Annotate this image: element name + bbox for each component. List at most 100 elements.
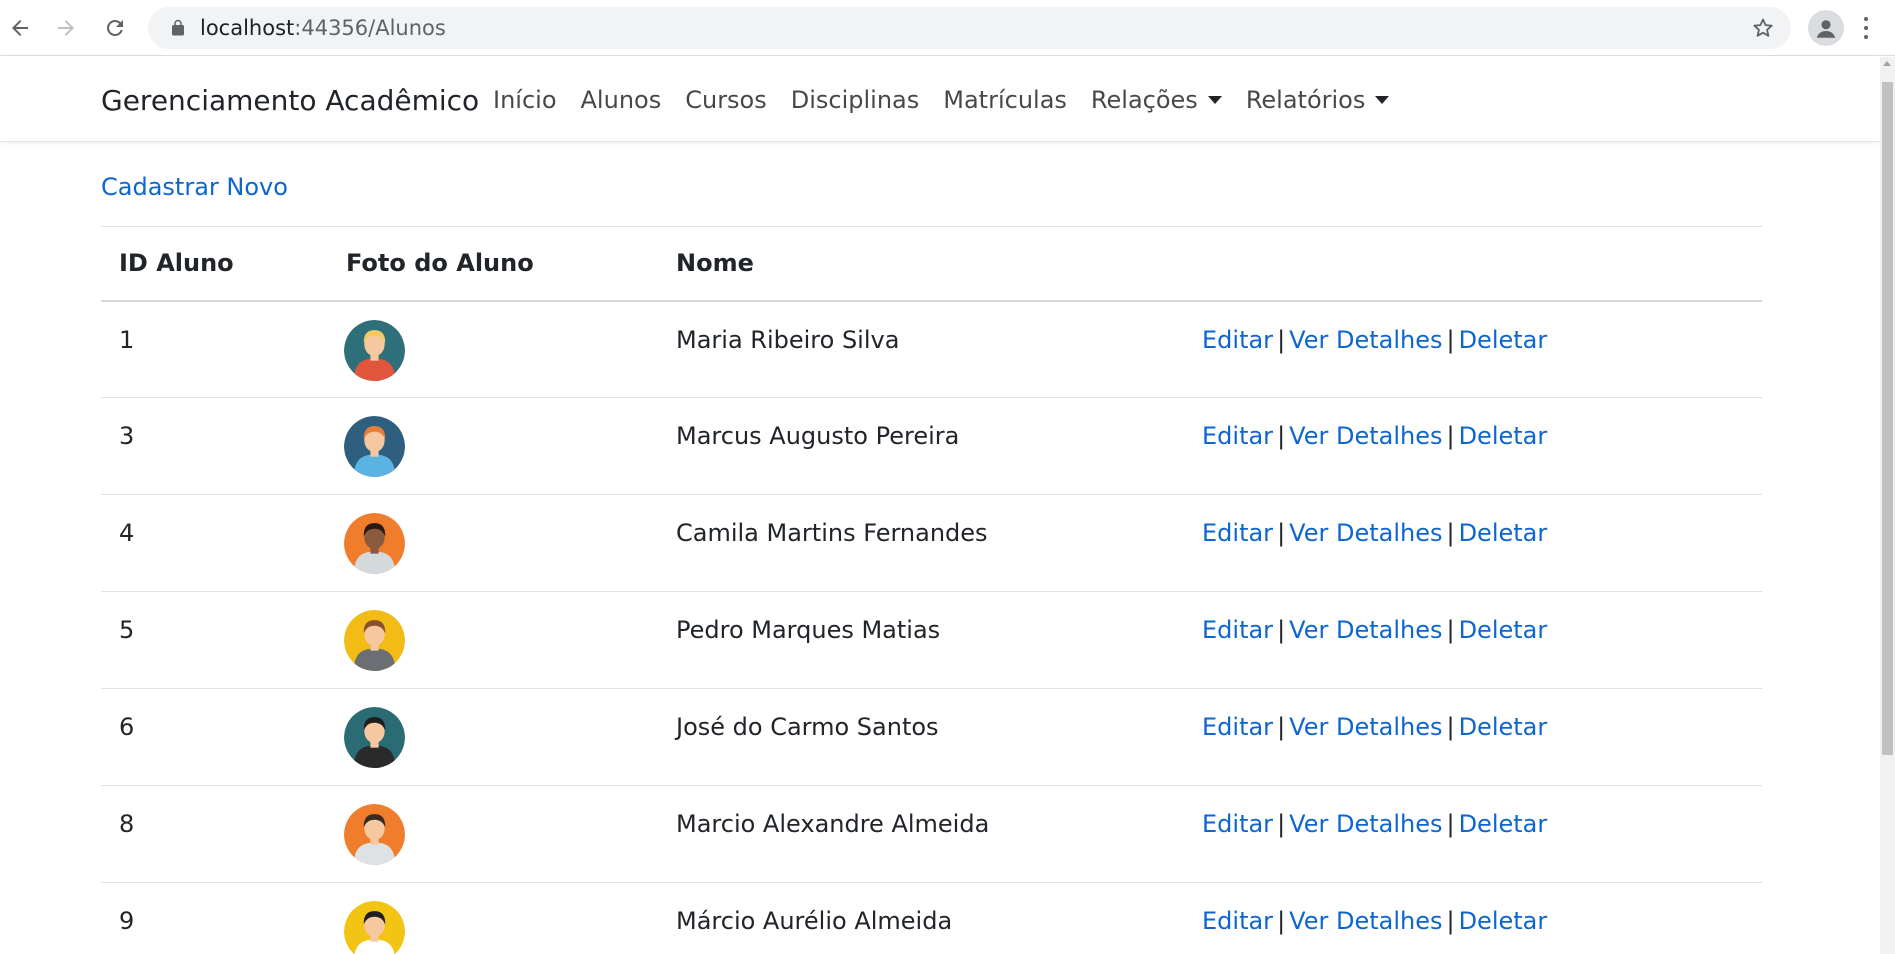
lock-icon xyxy=(172,19,184,36)
edit-link[interactable]: Editar xyxy=(1202,713,1273,741)
cell-id: 8 xyxy=(101,786,328,883)
star-icon[interactable] xyxy=(1751,16,1775,40)
student-name: Marcio Alexandre Almeida xyxy=(676,810,990,838)
edit-link[interactable]: Editar xyxy=(1202,326,1273,354)
menu-dots-icon[interactable] xyxy=(1860,14,1872,42)
action-separator: | xyxy=(1277,810,1286,838)
profile-icon[interactable] xyxy=(1808,10,1844,46)
cell-name: Márcio Aurélio Almeida xyxy=(658,883,1184,954)
student-id: 1 xyxy=(119,325,135,354)
delete-link[interactable]: Deletar xyxy=(1459,422,1548,450)
action-separator: | xyxy=(1446,810,1455,838)
page-scrollbar[interactable] xyxy=(1880,57,1895,954)
action-separator: | xyxy=(1277,422,1286,450)
cell-actions: Editar | Ver Detalhes | Deletar xyxy=(1184,592,1762,689)
cell-id: 1 xyxy=(101,301,328,398)
student-name: Márcio Aurélio Almeida xyxy=(676,907,953,935)
student-name: Maria Ribeiro Silva xyxy=(676,325,900,354)
nav-dropdown-relacoes[interactable]: Relações xyxy=(1091,86,1222,114)
details-link[interactable]: Ver Detalhes xyxy=(1289,907,1442,935)
delete-link[interactable]: Deletar xyxy=(1459,907,1548,935)
delete-link[interactable]: Deletar xyxy=(1459,810,1548,838)
woman-blonde-avatar xyxy=(344,319,405,381)
details-link[interactable]: Ver Detalhes xyxy=(1289,422,1442,450)
student-name: José do Carmo Santos xyxy=(676,713,939,741)
edit-link[interactable]: Editar xyxy=(1202,616,1273,644)
cell-name: Marcus Augusto Pereira xyxy=(658,398,1184,495)
header-photo: Foto do Aluno xyxy=(346,249,534,278)
cell-photo xyxy=(328,398,658,495)
cell-id: 6 xyxy=(101,689,328,786)
action-separator: | xyxy=(1446,519,1455,547)
action-separator: | xyxy=(1446,325,1455,354)
table-header: ID Aluno Foto do Aluno Nome xyxy=(101,226,1762,301)
delete-link[interactable]: Deletar xyxy=(1459,326,1548,354)
details-link[interactable]: Ver Detalhes xyxy=(1289,810,1442,838)
nav-item-inicio[interactable]: Início xyxy=(493,86,557,114)
details-link[interactable]: Ver Detalhes xyxy=(1289,713,1442,741)
table-row: 3 Marcus Augusto Pereira Editar | Ver Deta… xyxy=(101,398,1762,495)
edit-link[interactable]: Editar xyxy=(1202,422,1273,450)
cell-photo xyxy=(328,592,658,689)
student-name: Camila Martins Fernandes xyxy=(676,519,988,547)
cell-id: 5 xyxy=(101,592,328,689)
cell-actions: Editar | Ver Detalhes | Deletar xyxy=(1184,786,1762,883)
nav-item-label: Alunos xyxy=(580,86,662,114)
address-bar[interactable]: localhost:44356/Alunos xyxy=(148,7,1791,49)
cell-id: 9 xyxy=(101,883,328,954)
scroll-up-arrow-icon[interactable] xyxy=(1883,61,1891,66)
reload-icon[interactable] xyxy=(97,10,133,46)
action-separator: | xyxy=(1446,713,1455,741)
nav-item-label: Início xyxy=(493,86,557,114)
nav-dropdown-relatorios[interactable]: Relatórios xyxy=(1246,86,1390,114)
details-link[interactable]: Ver Detalhes xyxy=(1289,616,1442,644)
man-glasses-avatar xyxy=(344,416,405,477)
action-separator: | xyxy=(1277,519,1286,547)
create-new-link[interactable]: Cadastrar Novo xyxy=(101,173,288,201)
nav-item-label: Matrículas xyxy=(943,86,1067,114)
cell-photo xyxy=(328,689,658,786)
nav-item-cursos[interactable]: Cursos xyxy=(685,86,767,114)
man-suit-avatar xyxy=(344,707,405,768)
man-backpack-avatar xyxy=(344,901,405,954)
details-link[interactable]: Ver Detalhes xyxy=(1289,326,1442,354)
cell-name: Maria Ribeiro Silva xyxy=(658,301,1184,398)
cell-actions: Editar | Ver Detalhes | Deletar xyxy=(1184,398,1762,495)
edit-link[interactable]: Editar xyxy=(1202,810,1273,838)
forward-arrow-icon[interactable] xyxy=(48,10,84,46)
back-arrow-icon[interactable] xyxy=(2,10,38,46)
cell-id: 3 xyxy=(101,398,328,495)
delete-link[interactable]: Deletar xyxy=(1459,713,1548,741)
cell-actions: Editar | Ver Detalhes | Deletar xyxy=(1184,689,1762,786)
url-path: :44356/Alunos xyxy=(294,16,446,40)
cell-actions: Editar | Ver Detalhes | Deletar xyxy=(1184,495,1762,592)
table-row: 5 Pedro Marques Matias Editar | Ver Detalh… xyxy=(101,592,1762,689)
students-table: ID Aluno Foto do Aluno Nome 1 Maria Ribe… xyxy=(101,226,1762,954)
edit-link[interactable]: Editar xyxy=(1202,519,1273,547)
action-separator: | xyxy=(1277,713,1286,741)
url-text: localhost:44356/Alunos xyxy=(200,16,446,40)
man-hoodie-avatar xyxy=(344,610,405,671)
man-tie-avatar xyxy=(344,804,405,865)
browser-toolbar: localhost:44356/Alunos xyxy=(0,0,1895,56)
action-separator: | xyxy=(1446,907,1455,935)
scroll-thumb[interactable] xyxy=(1882,82,1893,755)
nav-item-disciplinas[interactable]: Disciplinas xyxy=(791,86,920,114)
delete-link[interactable]: Deletar xyxy=(1459,616,1548,644)
table-row: 9 Márcio Aurélio Almeida Editar | Ver Deta… xyxy=(101,883,1762,954)
table-header-row: ID Aluno Foto do Aluno Nome xyxy=(101,226,1762,301)
nav-item-matriculas[interactable]: Matrículas xyxy=(943,86,1067,114)
nav-item-alunos[interactable]: Alunos xyxy=(581,86,662,114)
delete-link[interactable]: Deletar xyxy=(1459,519,1548,547)
brand-link[interactable]: Gerenciamento Acadêmico xyxy=(101,84,479,117)
details-link[interactable]: Ver Detalhes xyxy=(1289,519,1442,547)
action-separator: | xyxy=(1277,616,1286,644)
cell-photo xyxy=(328,786,658,883)
action-separator: | xyxy=(1277,325,1286,354)
nav-item-label: Relações xyxy=(1090,86,1198,114)
cell-photo xyxy=(328,301,658,398)
edit-link[interactable]: Editar xyxy=(1202,907,1273,935)
student-id: 4 xyxy=(119,519,135,547)
table-row: 1 Maria Ribeiro Silva Editar | Ver Detalhe… xyxy=(101,301,1762,398)
student-id: 3 xyxy=(119,422,135,450)
